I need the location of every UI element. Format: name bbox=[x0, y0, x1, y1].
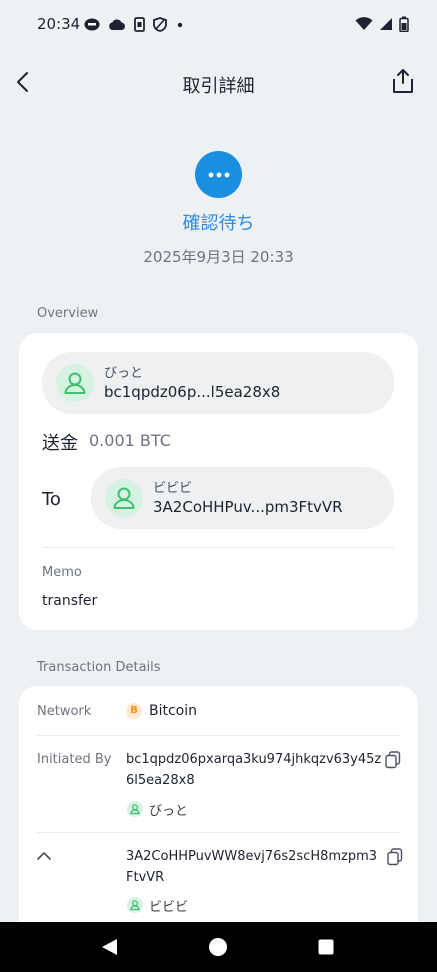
shield-icon bbox=[153, 17, 167, 32]
app-bar: 取引詳細 bbox=[0, 56, 437, 110]
from-account-pill[interactable]: びっと bc1qpdz06p...l5ea28x8 bbox=[42, 352, 394, 414]
recents-square-icon[interactable] bbox=[318, 939, 334, 955]
sim-icon bbox=[134, 17, 145, 32]
transaction-details-label: Transaction Details bbox=[37, 660, 161, 675]
overview-label: Overview bbox=[37, 306, 99, 321]
send-amount: 0.001 BTC bbox=[89, 431, 171, 450]
avatar bbox=[56, 364, 94, 402]
mini-user-avatar bbox=[127, 897, 143, 913]
line-icon bbox=[84, 18, 100, 30]
cloud-icon bbox=[109, 19, 125, 30]
overview-card: びっと bc1qpdz06p...l5ea28x8 送金 0.001 BTC T… bbox=[19, 333, 418, 630]
memo-label: Memo bbox=[42, 565, 82, 580]
initiated-by-name: びっと bbox=[149, 804, 189, 819]
transaction-date: 2025年9月3日 20:33 bbox=[143, 248, 294, 266]
pending-status-icon bbox=[195, 151, 242, 198]
divider bbox=[37, 832, 400, 833]
send-label: 送金 bbox=[42, 433, 78, 454]
more-dots-icon bbox=[208, 172, 229, 177]
divider bbox=[42, 547, 394, 548]
battery-icon bbox=[399, 16, 409, 32]
wifi-icon bbox=[355, 17, 373, 30]
user-icon bbox=[130, 804, 140, 815]
home-circle-icon[interactable] bbox=[208, 937, 228, 957]
initiated-by-address-line1: bc1qpdz06pxarqa3ku974jhkqzv63y45z bbox=[126, 752, 382, 767]
network-value: Bitcoin bbox=[149, 703, 198, 719]
to-label: To bbox=[42, 489, 61, 510]
to-account-address: 3A2CoHHPuv...pm3FtvVR bbox=[153, 498, 343, 516]
user-icon bbox=[130, 900, 140, 911]
from-account-address: bc1qpdz06p...l5ea28x8 bbox=[104, 383, 281, 401]
copy-icon[interactable] bbox=[387, 848, 403, 866]
user-icon bbox=[113, 487, 135, 509]
status-text: 確認待ち bbox=[182, 213, 255, 234]
from-account-name: びっと bbox=[104, 366, 144, 381]
to-account-pill[interactable]: ビビビ 3A2CoHHPuv...pm3FtvVR bbox=[91, 467, 394, 529]
chevron-up-icon[interactable] bbox=[37, 851, 51, 861]
transaction-details-card: Network B Bitcoin Initiated By bc1qpdz06… bbox=[19, 686, 418, 946]
status-bar: 20:34 bbox=[0, 0, 437, 48]
to-address-line1: 3A2CoHHPuvWW8evj76s2scH8mzpm3 bbox=[126, 849, 378, 864]
to-name: ビビビ bbox=[149, 900, 189, 915]
back-triangle-icon[interactable] bbox=[101, 938, 119, 956]
signal-icon bbox=[380, 18, 392, 30]
status-time: 20:34 bbox=[37, 15, 81, 33]
page-title: 取引詳細 bbox=[182, 76, 255, 97]
memo-value: transfer bbox=[42, 593, 98, 609]
network-label: Network bbox=[37, 704, 92, 719]
system-navigation-bar bbox=[0, 922, 437, 972]
initiated-by-label: Initiated By bbox=[37, 752, 112, 767]
to-account-name: ビビビ bbox=[153, 481, 193, 496]
share-icon[interactable] bbox=[391, 68, 415, 94]
copy-icon[interactable] bbox=[385, 751, 401, 769]
user-icon bbox=[64, 372, 86, 394]
mini-user-avatar bbox=[127, 801, 143, 817]
avatar bbox=[105, 479, 143, 517]
bitcoin-icon: B bbox=[126, 703, 142, 719]
initiated-by-address-line2: 6l5ea28x8 bbox=[126, 773, 195, 788]
divider bbox=[37, 735, 400, 736]
dot-icon bbox=[177, 22, 183, 27]
to-address-line2: FtvVR bbox=[126, 870, 165, 885]
